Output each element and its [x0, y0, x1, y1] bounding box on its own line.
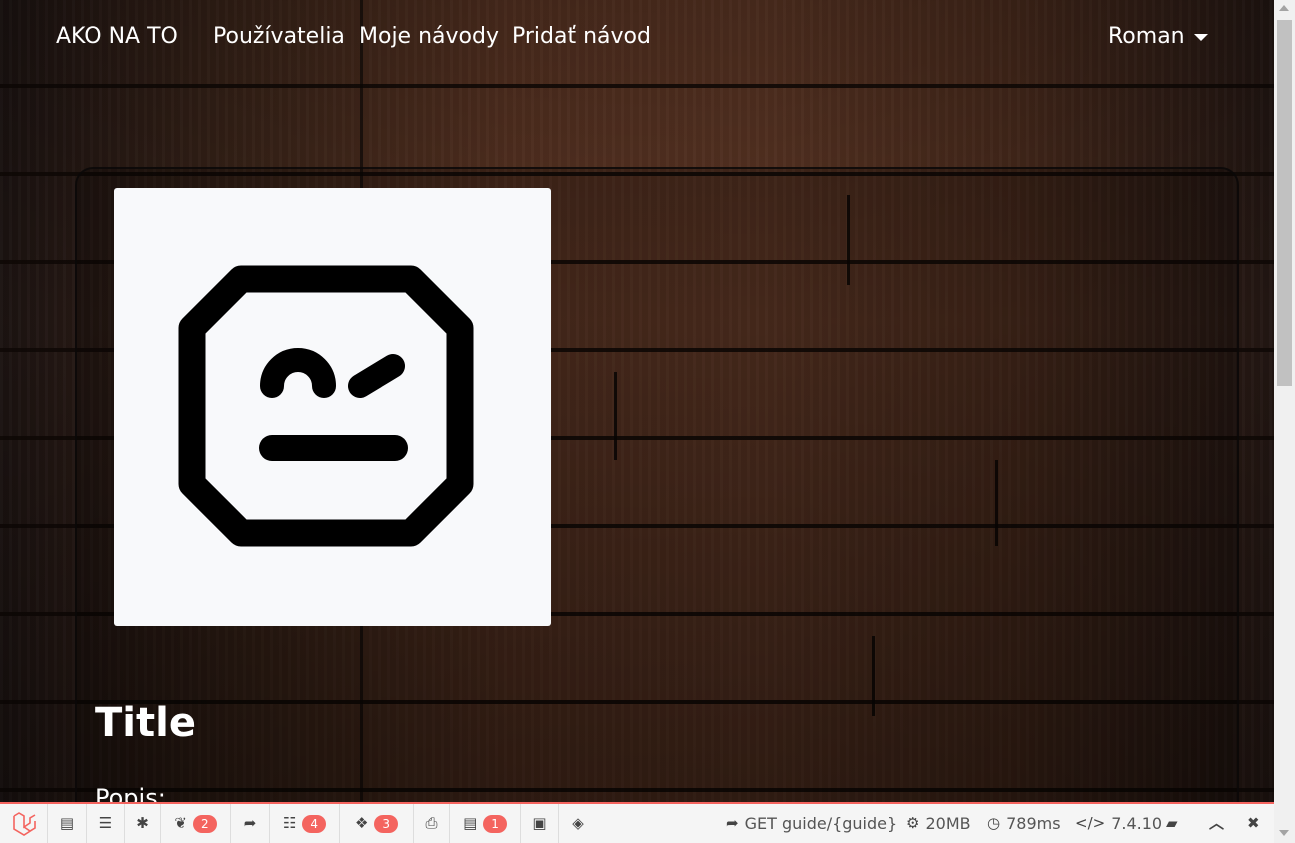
- php-version-info: </> 7.4.10: [1075, 804, 1162, 843]
- share-icon: ➦: [726, 814, 739, 832]
- exceptions-tab[interactable]: ✱: [125, 804, 161, 843]
- memory-info: ⚙ 20MB: [906, 804, 971, 843]
- list-alt-icon: ▤: [59, 814, 75, 832]
- nav-link-users[interactable]: Používatelia: [213, 24, 345, 49]
- time-info[interactable]: ◷ 789ms: [987, 804, 1061, 843]
- tags-icon: ◈: [572, 814, 584, 832]
- time-text: 789ms: [1006, 814, 1061, 833]
- version-text: 7.4.10: [1111, 814, 1163, 833]
- gate-count-badge: 1: [483, 814, 507, 833]
- route-text: GET guide/{guide}: [744, 814, 898, 833]
- cubes-icon: ❖: [354, 814, 369, 832]
- code-icon: </>: [1075, 814, 1106, 832]
- route-info[interactable]: ➦ GET guide/{guide}: [726, 804, 897, 843]
- cogs-icon: ⚙: [906, 814, 920, 832]
- list-alt-icon: ▤: [463, 814, 478, 832]
- models-count-badge: 3: [374, 814, 399, 833]
- scroll-up-icon[interactable]: [1279, 5, 1289, 11]
- robot-face-icon: [178, 265, 474, 547]
- scroll-down-icon[interactable]: [1279, 830, 1289, 836]
- open-folder-button[interactable]: ▰: [1166, 804, 1184, 843]
- share-icon: ➦: [243, 814, 257, 832]
- restore-button[interactable]: ︿: [1209, 804, 1230, 843]
- navbar: AKO NA TO Používatelia Moje návody Prida…: [0, 0, 1274, 76]
- gate-tab[interactable]: ▤ 1: [450, 804, 521, 843]
- mail-tab[interactable]: ⎙: [414, 804, 450, 843]
- database-icon: ☷: [282, 814, 297, 832]
- inbox-icon: ⎙: [425, 814, 438, 832]
- leaf-icon: ❦: [174, 814, 187, 832]
- bug-icon: ✱: [136, 814, 149, 832]
- laravel-icon: [12, 811, 36, 836]
- guide-image: [114, 188, 551, 626]
- page-title: Title: [95, 700, 196, 746]
- views-tab[interactable]: ❦ 2: [161, 804, 231, 843]
- brand-link[interactable]: AKO NA TO: [56, 24, 178, 49]
- folder-open-icon: ▰: [1166, 814, 1178, 832]
- tasks-icon: ☰: [98, 814, 113, 832]
- chevron-up-icon: ︿: [1209, 814, 1225, 832]
- queries-count-badge: 4: [302, 814, 327, 833]
- clock-icon: ◷: [987, 814, 1001, 832]
- user-dropdown[interactable]: Roman: [1108, 24, 1185, 49]
- models-tab[interactable]: ❖ 3: [340, 804, 414, 843]
- scrollbar-thumb[interactable]: [1277, 20, 1292, 386]
- queries-tab[interactable]: ☷ 4: [270, 804, 340, 843]
- close-button[interactable]: ✖: [1247, 804, 1266, 843]
- memory-text: 20MB: [925, 814, 971, 833]
- caret-down-icon[interactable]: [1194, 34, 1208, 41]
- archive-icon: ▣: [532, 814, 547, 832]
- request-tab[interactable]: ◈: [559, 804, 597, 843]
- laravel-logo-icon[interactable]: [0, 804, 48, 843]
- session-tab[interactable]: ▣: [521, 804, 559, 843]
- nav-link-my-guides[interactable]: Moje návody: [359, 24, 499, 49]
- close-icon: ✖: [1247, 814, 1260, 832]
- nav-link-add-guide[interactable]: Pridať návod: [512, 24, 651, 49]
- messages-tab[interactable]: ▤: [48, 804, 87, 843]
- views-count-badge: 2: [192, 814, 217, 833]
- debugbar: ▤ ☰ ✱ ❦ 2 ➦ ☷ 4 ❖ 3 ⎙ ▤ 1 ▣ ◈ ➦ GET guid…: [0, 802, 1274, 843]
- route-tab[interactable]: ➦: [231, 804, 270, 843]
- timeline-tab[interactable]: ☰: [87, 804, 125, 843]
